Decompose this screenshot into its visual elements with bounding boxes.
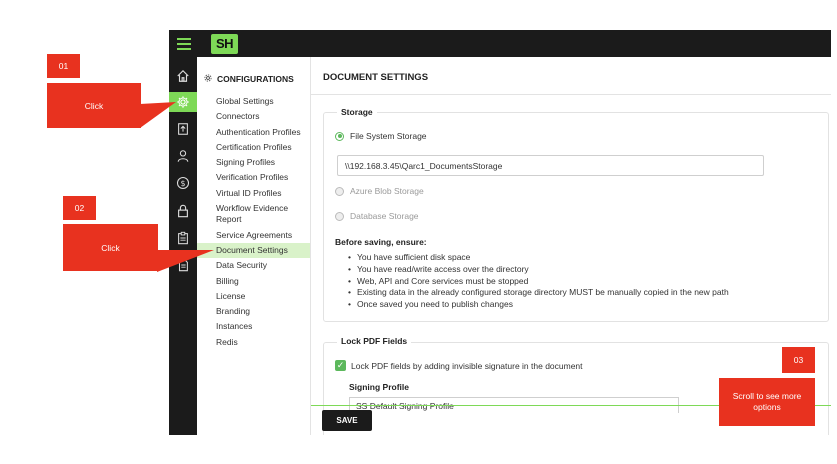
callout-step1-text: Click [47, 83, 141, 128]
radio-database[interactable]: Database Storage [335, 211, 419, 221]
save-button[interactable]: SAVE [322, 410, 372, 431]
screenshot: SH $ CONFIGURATIONS Global Settings Conn… [0, 0, 837, 464]
nav-item-workflow-evidence-report[interactable]: Workflow Evidence Report [197, 201, 310, 228]
nav-item-billing[interactable]: Billing [197, 274, 310, 289]
nav-item-redis[interactable]: Redis [197, 335, 310, 350]
ensure-item: Existing data in the already configured … [348, 287, 729, 299]
ensure-title: Before saving, ensure: [335, 237, 427, 247]
lock-pdf-checkbox-row[interactable]: ✓ Lock PDF fields by adding invisible si… [335, 360, 583, 371]
nav-list: Global Settings Connectors Authentication … [197, 94, 310, 350]
upload-document-icon[interactable] [173, 119, 193, 139]
app-logo[interactable]: SH [211, 34, 238, 54]
callout-step3-text: Scroll to see more options [719, 378, 815, 426]
nav-item-data-security[interactable]: Data Security [197, 258, 310, 273]
title-divider [311, 94, 831, 95]
nav-heading-label: CONFIGURATIONS [217, 74, 294, 84]
nav-item-instances[interactable]: Instances [197, 319, 310, 334]
nav-item-global-settings[interactable]: Global Settings [197, 94, 310, 109]
lock-icon[interactable] [173, 201, 193, 221]
nav-item-service-agreements[interactable]: Service Agreements [197, 228, 310, 243]
home-icon[interactable] [173, 66, 193, 86]
callout-step2-text: Click [63, 224, 158, 271]
nav-item-license[interactable]: License [197, 289, 310, 304]
nav-heading: CONFIGURATIONS [203, 73, 294, 85]
signing-profile-label: Signing Profile [349, 382, 409, 392]
checkbox-checked[interactable]: ✓ [335, 360, 346, 371]
radio-button[interactable] [335, 186, 344, 196]
radio-file-system[interactable]: File System Storage [335, 131, 427, 141]
checkbox-label: Lock PDF fields by adding invisible sign… [351, 360, 583, 371]
ensure-item: You have sufficient disk space [348, 252, 729, 264]
gear-icon [203, 73, 213, 85]
configurations-nav: CONFIGURATIONS Global Settings Connectors… [197, 57, 311, 435]
nav-item-branding[interactable]: Branding [197, 304, 310, 319]
ensure-item: You have read/write access over the dire… [348, 264, 729, 276]
page-title: DOCUMENT SETTINGS [323, 72, 429, 83]
radio-azure-blob[interactable]: Azure Blob Storage [335, 186, 424, 196]
nav-item-document-settings[interactable]: Document Settings [197, 242, 310, 259]
document-icon[interactable] [173, 255, 193, 275]
radio-button[interactable] [335, 131, 344, 141]
radio-label: Database Storage [350, 211, 419, 221]
dollar-icon[interactable]: $ [173, 173, 193, 193]
nav-item-signing-profiles[interactable]: Signing Profiles [197, 155, 310, 170]
storage-legend: Storage [337, 107, 377, 117]
radio-label: File System Storage [350, 131, 427, 141]
nav-item-authentication-profiles[interactable]: Authentication Profiles [197, 125, 310, 140]
radio-label: Azure Blob Storage [350, 186, 424, 196]
user-icon[interactable] [173, 146, 193, 166]
hamburger-icon[interactable] [177, 38, 191, 50]
nav-item-virtual-id-profiles[interactable]: Virtual ID Profiles [197, 186, 310, 201]
svg-text:$: $ [180, 179, 185, 188]
storage-path-input[interactable]: \\192.168.3.45\Qarc1_DocumentsStorage [337, 155, 764, 176]
clipboard-icon[interactable] [173, 228, 193, 248]
callout-step2-number: 02 [63, 196, 96, 220]
nav-item-verification-profiles[interactable]: Verification Profiles [197, 170, 310, 185]
nav-item-connectors[interactable]: Connectors [197, 109, 310, 124]
callout-step3-number: 03 [782, 347, 815, 373]
ensure-list: You have sufficient disk spaceYou have r… [348, 252, 729, 311]
ensure-item: Once saved you need to publish changes [348, 299, 729, 311]
icon-rail: $ [169, 57, 197, 435]
ensure-item: Web, API and Core services must be stopp… [348, 276, 729, 288]
radio-button[interactable] [335, 211, 344, 221]
callout-step1-number: 01 [47, 54, 80, 78]
lock-pdf-legend: Lock PDF Fields [337, 336, 412, 346]
top-bar: SH [169, 30, 831, 57]
gear-icon[interactable] [169, 92, 197, 112]
nav-item-certification-profiles[interactable]: Certification Profiles [197, 140, 310, 155]
